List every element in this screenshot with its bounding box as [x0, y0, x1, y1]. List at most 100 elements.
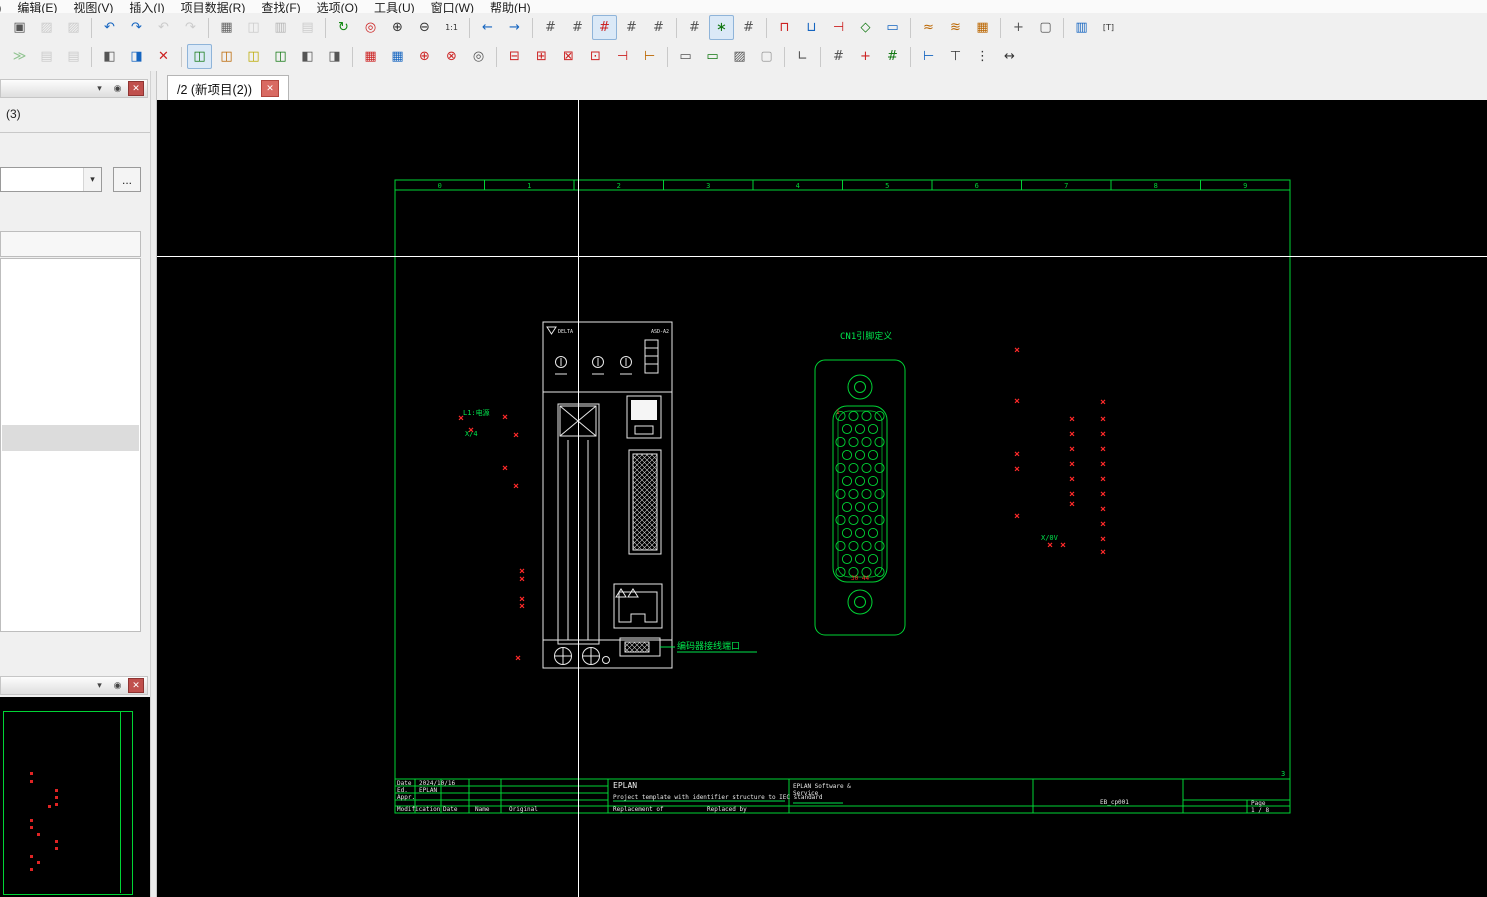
symbol-select-icon[interactable]: ⊕	[412, 44, 437, 69]
interrupt-point-icon[interactable]: ⊣	[826, 15, 851, 40]
undo-icon[interactable]: ↶	[97, 15, 122, 40]
plc-navigator-icon[interactable]: ⊡	[583, 44, 608, 69]
page-macro-icon[interactable]: ◫	[241, 44, 266, 69]
selected-list-row[interactable]	[2, 425, 139, 451]
scheme-select-icon[interactable]: ▥	[1069, 15, 1094, 40]
zoom-out-icon[interactable]: ⊖	[412, 15, 437, 40]
frame-column-number: 6	[975, 182, 979, 190]
connector-pin	[875, 515, 884, 524]
device-navigator-icon[interactable]: ▦	[358, 44, 383, 69]
grid-1-icon[interactable]: #	[538, 15, 563, 40]
hatched-area-icon[interactable]: ▨	[727, 44, 752, 69]
panel-pin-icon[interactable]: ◉	[110, 679, 125, 693]
logic-connection-icon[interactable]: ⊓	[772, 15, 797, 40]
measure-icon[interactable]: ↔	[997, 44, 1022, 69]
connector-pin	[862, 515, 871, 524]
browse-button[interactable]: ...	[113, 167, 141, 192]
device-model-label: ASD-A2	[651, 329, 669, 335]
view-back-icon[interactable]: ←	[475, 15, 500, 40]
connector-pin	[868, 528, 877, 537]
redraw-icon[interactable]: ↻	[331, 15, 356, 40]
page-tab[interactable]: /2 (新项目(2)) ✕	[167, 75, 289, 100]
object-snap-icon[interactable]: #	[736, 15, 761, 40]
dashed-frame-icon[interactable]: ▢	[754, 44, 779, 69]
device-select-icon[interactable]: ⊗	[439, 44, 464, 69]
zoom-window-icon[interactable]: ◎	[358, 15, 383, 40]
previous-page-icon[interactable]: ◧	[295, 44, 320, 69]
grid-display-icon[interactable]: #	[682, 15, 707, 40]
logic-connection-2-icon[interactable]: ⊔	[799, 15, 824, 40]
connector-pin	[842, 424, 851, 433]
connector-pin	[875, 541, 884, 550]
potential-navigator-icon[interactable]: ⊢	[637, 44, 662, 69]
connector-pin	[836, 567, 845, 576]
grid-4-icon[interactable]: #	[619, 15, 644, 40]
graphical-preview[interactable]	[0, 697, 150, 897]
title-block: Date 2024/10/16 Ed. EPLAN Appr. Modifica…	[397, 770, 1285, 814]
navigator-tree-list[interactable]	[0, 258, 141, 632]
grid-snap-b-icon[interactable]: +	[853, 44, 878, 69]
insert-window-icon[interactable]: ▦	[214, 15, 239, 40]
grid-2-icon[interactable]: #	[565, 15, 590, 40]
connector-pin	[862, 489, 871, 498]
signal-wave-icon[interactable]: ≈	[916, 15, 941, 40]
navigator-group-header[interactable]	[0, 231, 141, 257]
signal-table-icon[interactable]: ▦	[970, 15, 995, 40]
angle-tool-icon[interactable]: ∟	[790, 44, 815, 69]
preview-mark	[55, 803, 58, 806]
placement-point-icon[interactable]: +	[1006, 15, 1031, 40]
align-top-icon[interactable]: ⊤	[943, 44, 968, 69]
placement-frame-icon[interactable]: ▢	[1033, 15, 1058, 40]
cable-navigator-icon[interactable]: ⊠	[556, 44, 581, 69]
page-navigator-icon[interactable]: ◫	[187, 44, 212, 69]
zoom-in-icon[interactable]: ⊕	[385, 15, 410, 40]
align-left-icon[interactable]: ⊢	[916, 44, 941, 69]
distribute-icon[interactable]: ⋮	[970, 44, 995, 69]
terminal-strip-icon[interactable]: ⊞	[529, 44, 554, 69]
toolbar-separator	[1063, 18, 1064, 38]
connector-pin	[849, 515, 858, 524]
zoom-100-icon[interactable]: 1:1	[439, 15, 464, 40]
structure-box-icon[interactable]: ▭	[700, 44, 725, 69]
panel-close-icon[interactable]: ✕	[128, 678, 144, 693]
paste-next-icon[interactable]: ◨	[124, 44, 149, 69]
frame-column-number: 3	[706, 182, 710, 190]
tab-close-icon[interactable]: ✕	[261, 80, 279, 97]
panel-collapse-icon[interactable]: ▾	[92, 679, 107, 693]
interruption-navigator-icon[interactable]: ⊣	[610, 44, 635, 69]
frame-column-number: 1	[527, 182, 531, 190]
new-page-icon[interactable]: ◫	[214, 44, 239, 69]
connection-symbol-icon[interactable]: ◇	[853, 15, 878, 40]
panel-pin-icon[interactable]: ◉	[110, 82, 125, 96]
filter-combobox[interactable]: ▾	[0, 167, 102, 192]
page-properties-icon[interactable]: ◫	[268, 44, 293, 69]
grid-snap-c-icon[interactable]: #	[880, 44, 905, 69]
chevron-down-icon[interactable]: ▾	[83, 168, 101, 191]
bom-navigator-icon[interactable]: ▦	[385, 44, 410, 69]
grid-3-icon[interactable]: #	[592, 15, 617, 40]
connector-pin	[855, 424, 864, 433]
panel-collapse-icon[interactable]: ▾	[92, 82, 107, 96]
schematic-canvas[interactable]: 0123456789	[157, 100, 1487, 897]
insert-text-icon[interactable]: [T]	[1096, 15, 1121, 40]
terminal-navigator-icon[interactable]: ⊟	[502, 44, 527, 69]
redo-icon[interactable]: ↷	[124, 15, 149, 40]
paste-previous-icon[interactable]: ◧	[97, 44, 122, 69]
grid-5-icon[interactable]: #	[646, 15, 671, 40]
grid-snap-a-icon[interactable]: #	[826, 44, 851, 69]
snap-to-grid-icon[interactable]: ∗	[709, 15, 734, 40]
panel-close-icon[interactable]: ✕	[128, 81, 144, 96]
signal-waves-icon[interactable]: ≋	[943, 15, 968, 40]
black-box-icon[interactable]: ▭	[673, 44, 698, 69]
sidebar-splitter[interactable]	[150, 71, 157, 897]
menu-bar: 文件(F)编辑(E)视图(V)插入(I)项目数据(R)查找(F)选项(O)工具(…	[0, 0, 1487, 14]
toolbar-separator	[208, 18, 209, 38]
next-page-icon[interactable]: ◨	[322, 44, 347, 69]
selection-window-icon[interactable]: ▣	[7, 15, 32, 40]
macro-select-icon[interactable]: ◎	[466, 44, 491, 69]
navigator-panel-header: ▾ ◉ ✕	[0, 79, 148, 98]
view-forward-icon[interactable]: →	[502, 15, 527, 40]
plc-monitor-icon[interactable]: ▭	[880, 15, 905, 40]
delete-item-icon[interactable]: ✕	[151, 44, 176, 69]
connector-pin	[875, 567, 884, 576]
